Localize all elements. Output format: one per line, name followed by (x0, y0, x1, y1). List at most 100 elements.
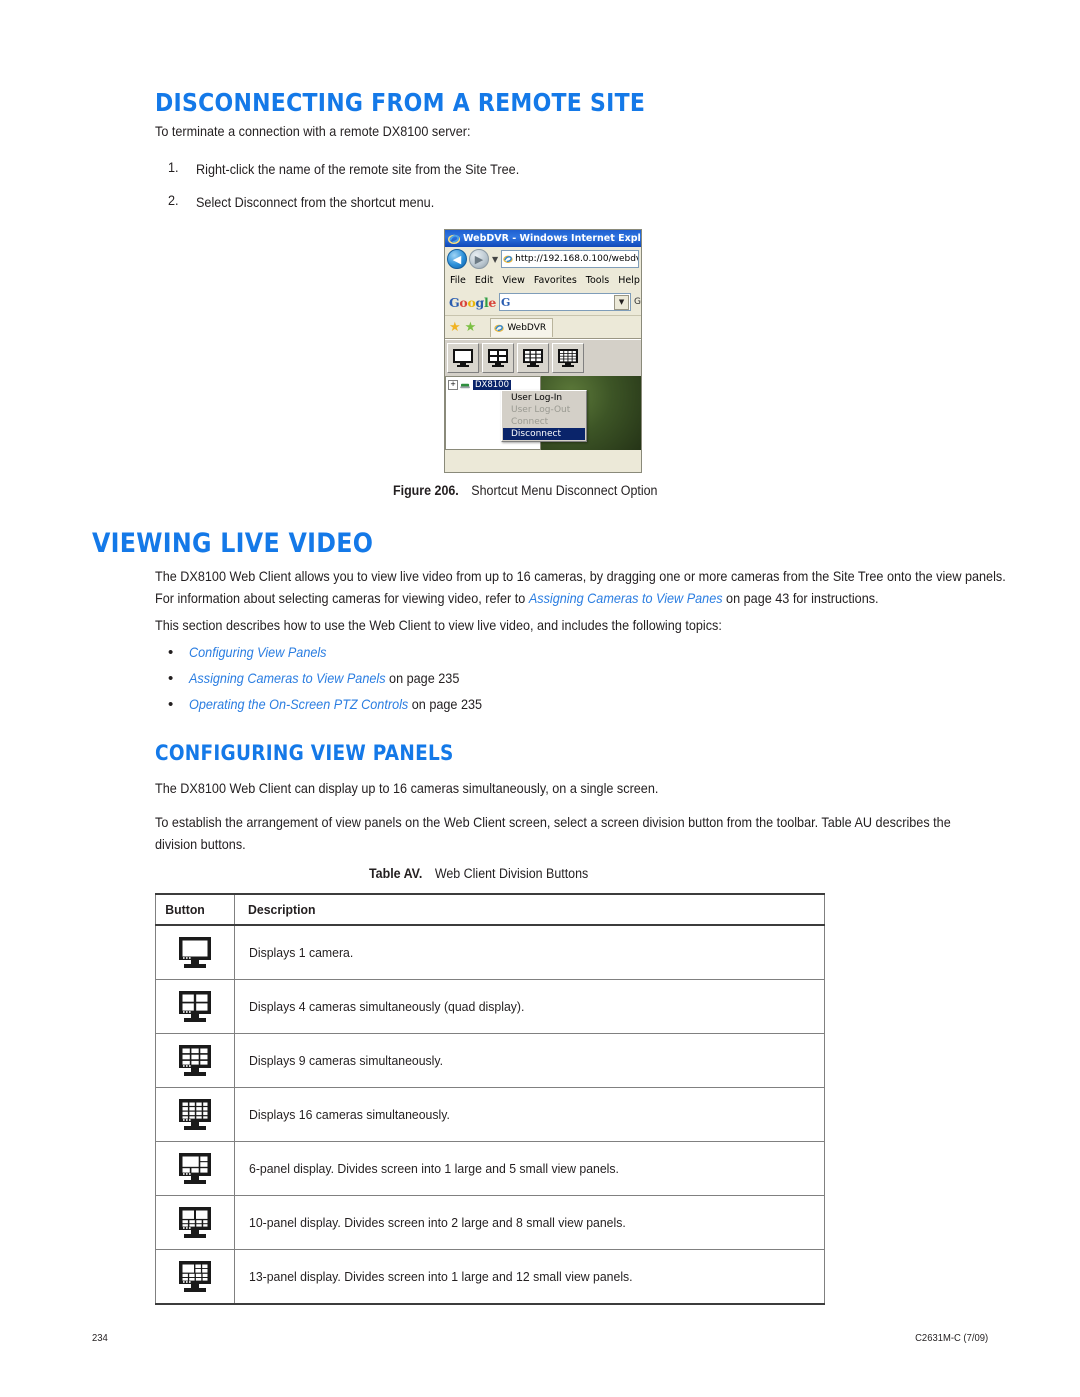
table-cell-description: 10-panel display. Divides screen into 2 … (234, 1195, 825, 1250)
topic-item-3-tail: on page 235 (408, 697, 483, 712)
monitor-16-division-icon (179, 1098, 211, 1130)
context-menu-item-user-log-in[interactable]: User Log-In (503, 392, 585, 404)
table-header-button-label: Button (165, 902, 205, 917)
table-cell-description: Displays 16 cameras simultaneously. (234, 1087, 825, 1142)
menu-item-tools[interactable]: Tools (586, 275, 609, 286)
table-cell-icon (155, 1249, 235, 1305)
step-2-text: Select Disconnect from the shortcut menu… (196, 195, 435, 210)
section3-paragraph-1: The DX8100 Web Client can display up to … (155, 781, 659, 796)
table-cell-description-text: Displays 4 cameras simultaneously (quad … (249, 999, 525, 1014)
back-button[interactable]: ◀ (447, 249, 467, 269)
google-search-chevron-down-icon[interactable]: ▼ (614, 294, 630, 310)
google-search-input[interactable]: G ▼ (499, 293, 632, 311)
table-cell-description-text: 6-panel display. Divides screen into 1 l… (249, 1161, 619, 1176)
address-input[interactable]: http://192.168.0.100/webdv (501, 250, 639, 268)
menu-item-edit[interactable]: Edit (475, 275, 493, 286)
menu-item-view[interactable]: View (502, 275, 525, 286)
topic-item-1: Configuring View Panels (189, 643, 327, 663)
address-url-text: http://192.168.0.100/webdv (515, 254, 639, 264)
xref-assigning-cameras-to-view-panes[interactable]: Assigning Cameras to View Panes (529, 591, 723, 606)
monitor-10-panel-icon (179, 1206, 211, 1238)
toolbar-division-1-button[interactable] (447, 343, 479, 373)
table-header-row: Button Description (155, 893, 825, 926)
table-cell-description: Displays 4 cameras simultaneously (quad … (234, 979, 825, 1034)
heading-viewing-live-video: VIEWING LIVE VIDEO (92, 528, 374, 559)
tree-expand-icon[interactable]: + (448, 380, 458, 390)
google-logo-letter-g2: g (475, 294, 484, 310)
browser-tab[interactable]: WebDVR (490, 317, 554, 337)
link-operating-the-on-screen-ptz-controls[interactable]: Operating the On-Screen PTZ Controls (189, 697, 408, 712)
table-cell-icon (155, 1087, 235, 1142)
forward-button[interactable]: ▶ (469, 249, 489, 269)
section2-paragraph-1-text-b: on page 43 for instructions. (722, 591, 879, 606)
link-configuring-view-panels[interactable]: Configuring View Panels (189, 645, 327, 660)
page-favicon-icon (503, 255, 513, 263)
server-icon (460, 383, 470, 388)
table-cell-description: 13-panel display. Divides screen into 1 … (234, 1249, 825, 1305)
table-row: 6-panel display. Divides screen into 1 l… (155, 1141, 825, 1196)
section2-paragraph-1: The DX8100 Web Client allows you to view… (155, 566, 1020, 610)
figure-caption-text: Shortcut Menu Disconnect Option (471, 483, 658, 498)
table-cell-icon (155, 1141, 235, 1196)
footer-page-number: 234 (92, 1332, 108, 1344)
favorites-star-icon[interactable]: ★ (449, 321, 461, 334)
monitor-4-division-icon (179, 990, 211, 1022)
section3-paragraph-2-line2: division buttons. (155, 837, 246, 852)
context-menu-item-user-log-out: User Log-Out (511, 405, 571, 415)
table-header-button: Button (155, 893, 235, 926)
google-logo-letter-e: e (488, 294, 497, 310)
figure-caption: Figure 206. Shortcut Menu Disconnect Opt… (393, 483, 657, 498)
internet-explorer-icon (448, 234, 460, 244)
context-menu-item-disconnect[interactable]: Disconnect (503, 428, 585, 440)
bullet-marker-2: • (168, 670, 174, 687)
table-cell-description-text: Displays 1 camera. (249, 945, 354, 960)
section3-paragraph-2-line1: To establish the arrangement of view pan… (155, 815, 951, 830)
step-1-number: 1. (168, 160, 179, 175)
section1-intro-paragraph: To terminate a connection with a remote … (155, 124, 471, 139)
table-caption-text: Web Client Division Buttons (434, 866, 589, 881)
bullet-marker-3: • (168, 696, 174, 713)
table-row: 10-panel display. Divides screen into 2 … (155, 1195, 825, 1250)
tab-favicon-icon (494, 324, 504, 332)
toolbar-division-16-button[interactable] (552, 343, 584, 373)
toolbar-division-4-button[interactable] (482, 343, 514, 373)
table-row: Displays 4 cameras simultaneously (quad … (155, 979, 825, 1034)
shortcut-context-menu: User Log-In User Log-Out Connect Disconn… (501, 390, 587, 442)
table-cell-description: Displays 9 cameras simultaneously. (234, 1033, 825, 1088)
table-row: Displays 9 cameras simultaneously. (155, 1033, 825, 1088)
google-logo-letter-g: G (449, 294, 460, 310)
history-chevron-down-icon[interactable]: ▼ (492, 255, 498, 264)
browser-screenshot-figure: WebDVR - Windows Internet Explorer ◀ ▶ ▼… (444, 229, 642, 473)
heading-disconnecting-from-a-remote-site: DISCONNECTING FROM A REMOTE SITE (155, 88, 646, 117)
table-cell-icon (155, 1033, 235, 1088)
monitor-6-panel-icon (179, 1152, 211, 1184)
monitor-13-panel-icon (179, 1260, 211, 1292)
browser-tab-label: WebDVR (507, 322, 547, 333)
table-caption-label: Table AV. (369, 866, 423, 881)
context-menu-item-connect: Connect (511, 417, 549, 427)
google-toolbar-trailing-label: G (634, 297, 641, 307)
monitor-4-division-icon (488, 349, 508, 367)
add-to-favorites-icon[interactable]: ★ (465, 321, 477, 334)
document-page: DISCONNECTING FROM A REMOTE SITE To term… (0, 0, 1080, 1397)
monitor-1-division-icon (453, 349, 473, 367)
menu-item-favorites[interactable]: Favorites (534, 275, 577, 286)
division-toolbar (445, 339, 641, 376)
toolbar-division-9-button[interactable] (517, 343, 549, 373)
table-cell-description: Displays 1 camera. (234, 924, 825, 980)
heading-configuring-view-panels: CONFIGURING VIEW PANELS (155, 741, 454, 765)
monitor-9-division-icon (179, 1044, 211, 1076)
step-2-number: 2. (168, 193, 179, 208)
table-cell-description-text: 13-panel display. Divides screen into 1 … (249, 1269, 633, 1284)
link-assigning-cameras-to-view-panels[interactable]: Assigning Cameras to View Panels (189, 671, 386, 686)
topic-item-2: Assigning Cameras to View Panels on page… (189, 669, 459, 689)
step-1-text: Right-click the name of the remote site … (196, 162, 520, 177)
table-row: Displays 16 cameras simultaneously. (155, 1087, 825, 1142)
footer-document-code: C2631M-C (7/09) (914, 1332, 988, 1344)
web-client-division-buttons-table: Button Description Displays 1 camera. Di… (155, 893, 825, 1305)
site-tree-node[interactable]: + DX8100 (448, 380, 538, 390)
table-caption: Table AV. Web Client Division Buttons (369, 866, 588, 881)
menu-item-file[interactable]: File (450, 275, 466, 286)
google-toolbar: Google G ▼ G (445, 289, 641, 316)
menu-item-help[interactable]: Help (618, 275, 640, 286)
